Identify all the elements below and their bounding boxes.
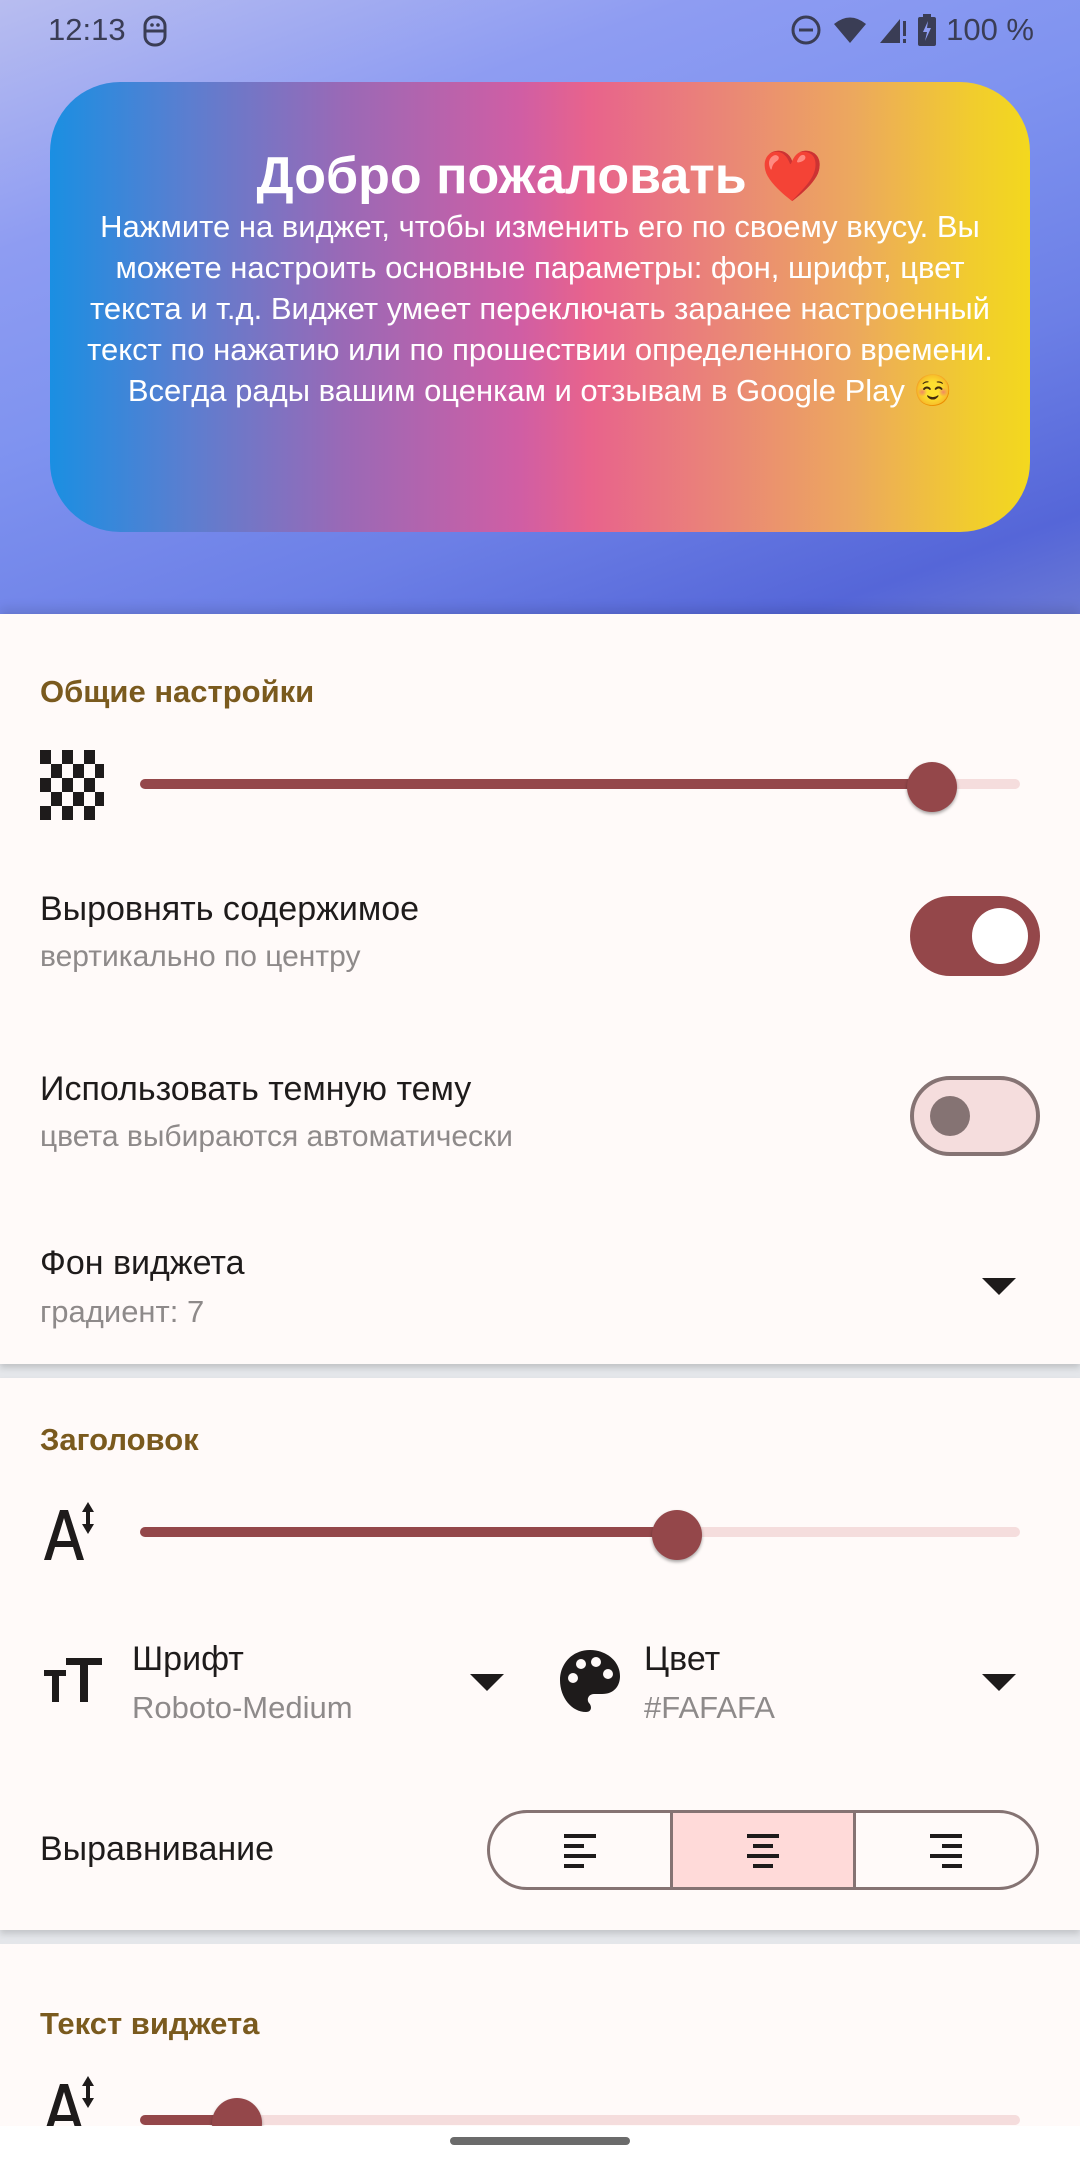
align-center-icon: [747, 1834, 779, 1868]
header-background: 12:13 100 % Добро пожаловать ❤️ Нажмите …: [0, 0, 1080, 614]
section-title-header: Заголовок: [40, 1422, 199, 1457]
chevron-down-icon[interactable]: [982, 1278, 1016, 1295]
widget-text: Нажмите на виджет, чтобы изменить его по…: [87, 209, 993, 408]
widget-preview[interactable]: Добро пожаловать ❤️ Нажмите на виджет, ч…: [50, 82, 1030, 532]
align-right-icon: [930, 1834, 962, 1868]
battery-percent: 100 %: [946, 12, 1034, 47]
dark-theme-title: Использовать темную тему: [40, 1070, 472, 1108]
toggle-knob: [972, 908, 1028, 964]
color-label: Цвет: [644, 1640, 721, 1678]
dark-theme-subtitle: цвета выбираются автоматически: [40, 1120, 513, 1153]
align-content-title: Выровнять содержимое: [40, 890, 420, 928]
align-left-button[interactable]: [490, 1813, 670, 1887]
color-value: #FAFAFA: [644, 1690, 775, 1725]
align-right-button[interactable]: [853, 1813, 1036, 1887]
battery-charging-icon: [918, 14, 937, 46]
slider-thumb[interactable]: [651, 1510, 702, 1560]
status-icons: 100 %: [790, 12, 1034, 48]
header-size-slider[interactable]: [140, 1510, 1020, 1560]
sync-app-icon: [143, 15, 167, 47]
align-left-icon: [564, 1834, 596, 1868]
dark-theme-toggle[interactable]: [910, 1076, 1040, 1156]
general-settings-card: Общие настройки Выровнять содержимое вер…: [0, 614, 1080, 1364]
transparency-slider[interactable]: [140, 762, 1020, 812]
background-title: Фон виджета: [40, 1244, 245, 1282]
chevron-down-icon[interactable]: [982, 1674, 1016, 1691]
palette-icon: [560, 1650, 620, 1712]
font-icon: [44, 1658, 102, 1702]
section-title-general: Общие настройки: [40, 674, 315, 709]
alignment-label: Выравнивание: [40, 1830, 275, 1868]
text-size-icon: [44, 1502, 94, 1560]
wifi-icon: [834, 17, 867, 43]
header-settings-card: Заголовок Шрифт Roboto-Medium Цвет #FAFA…: [0, 1378, 1080, 1930]
widget-title: Добро пожаловать ❤️: [50, 144, 1030, 208]
gesture-handle[interactable]: [450, 2137, 630, 2145]
signal-no-data-icon: [880, 19, 907, 43]
status-time: 12:13: [48, 12, 126, 47]
slider-thumb[interactable]: [907, 762, 957, 812]
font-value: Roboto-Medium: [132, 1690, 353, 1725]
section-title-widget-text: Текст виджета: [40, 2006, 260, 2041]
toggle-knob: [930, 1096, 970, 1136]
slider-fill: [140, 779, 932, 789]
heart-emoji: ❤️: [761, 148, 824, 204]
widget-title-text: Добро пожаловать: [256, 147, 747, 205]
transparency-checker-icon: [40, 750, 104, 820]
slider-track: [140, 2115, 1020, 2125]
background-value: градиент: 7: [40, 1294, 205, 1329]
align-center-button[interactable]: [670, 1813, 853, 1887]
alignment-segmented-control[interactable]: [487, 1810, 1039, 1890]
dnd-icon: [791, 15, 821, 45]
chevron-down-icon[interactable]: [470, 1674, 504, 1691]
align-content-subtitle: вертикально по центру: [40, 940, 361, 973]
align-content-toggle[interactable]: [910, 896, 1040, 976]
font-label: Шрифт: [132, 1640, 244, 1678]
slider-fill: [140, 1527, 677, 1537]
status-bar: 12:13 100 %: [0, 0, 1080, 60]
